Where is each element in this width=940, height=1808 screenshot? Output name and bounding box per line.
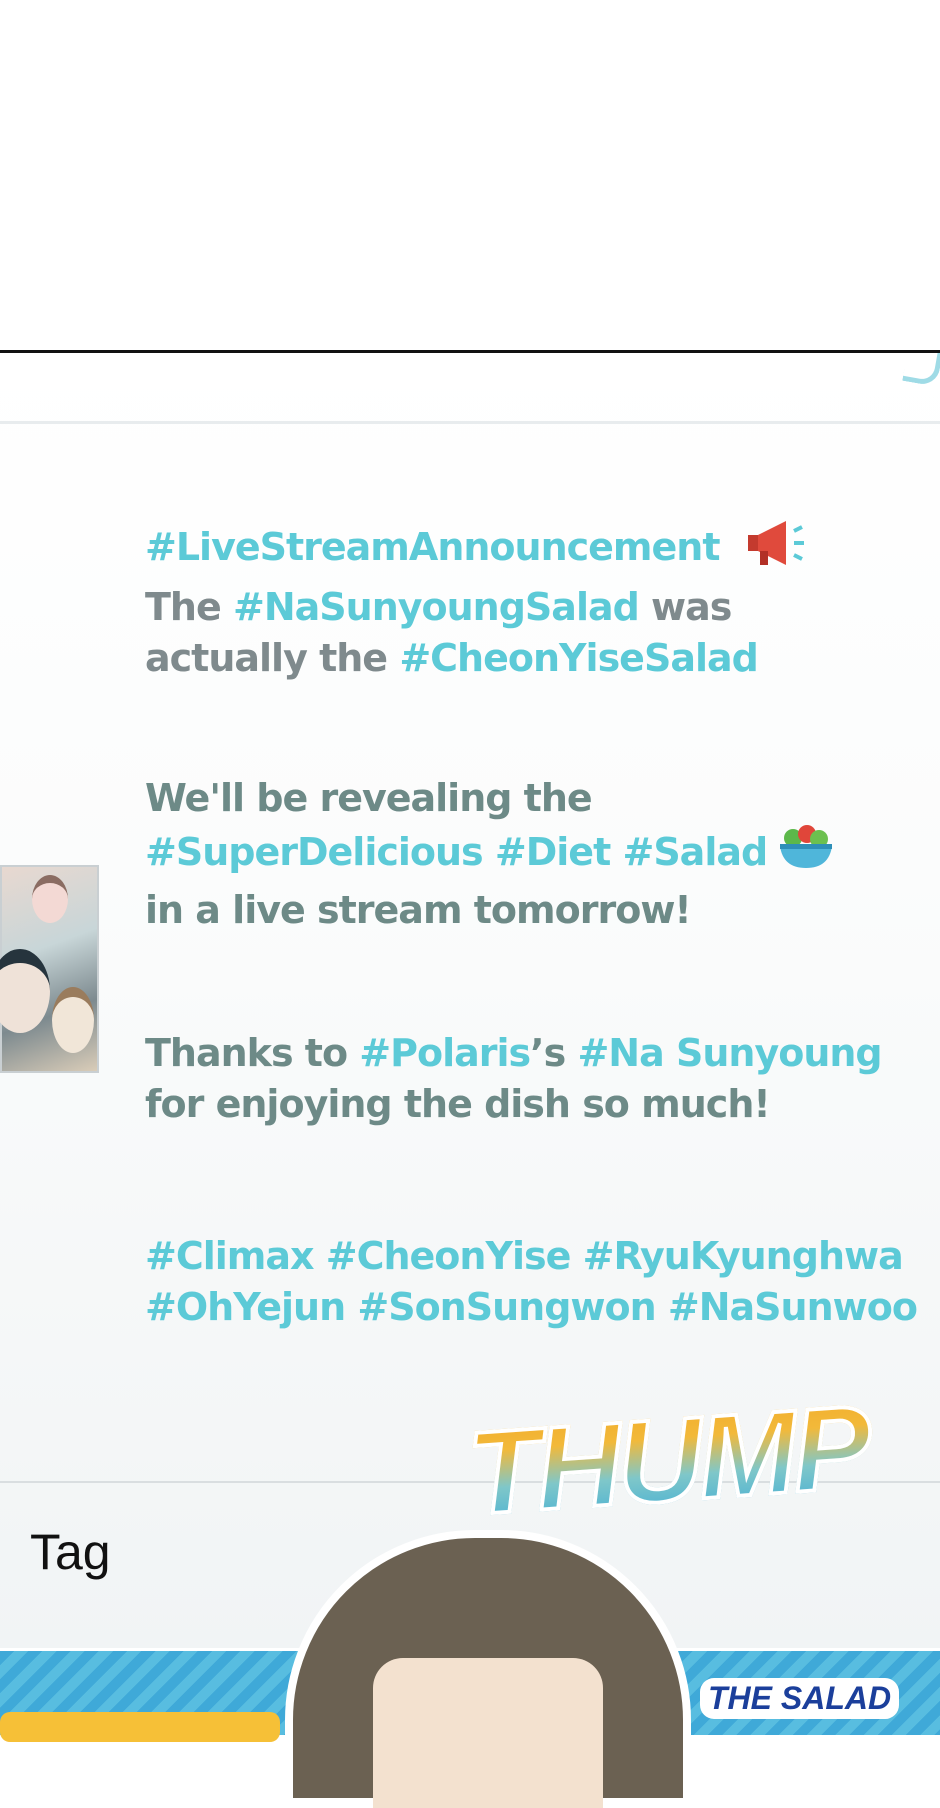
thumbnail-image[interactable] xyxy=(0,865,99,1073)
post-text: Thanks to xyxy=(145,1031,360,1075)
sfx-fragment xyxy=(0,1712,280,1742)
hashtag[interactable]: #Na Sunyoung xyxy=(577,1031,882,1075)
hashtag-line[interactable]: #Climax #CheonYise #RyuKyunghwa xyxy=(145,1231,905,1282)
hashtag[interactable]: #Polaris xyxy=(359,1031,531,1075)
post-line: The #NaSunyoungSalad was xyxy=(145,582,905,633)
post-line: in a live stream tomorrow! xyxy=(145,888,692,932)
post-text: actually the xyxy=(145,636,400,680)
reveal-paragraph: We'll be revealing the #SuperDelicious #… xyxy=(145,773,905,936)
thumbnail-figure xyxy=(52,987,94,1053)
hashtag[interactable]: #CheonYiseSalad xyxy=(399,636,759,680)
hashtag-paragraph: #Climax #CheonYise #RyuKyunghwa #OhYejun… xyxy=(145,1231,918,1333)
post-line: We'll be revealing the xyxy=(145,776,593,820)
corner-decoration xyxy=(902,353,940,387)
character-face xyxy=(373,1658,603,1808)
hashtag-line[interactable]: #OhYejun #SonSungwon #NaSunwoo xyxy=(145,1282,918,1333)
post-text: The xyxy=(145,585,233,629)
thumbnail-figure xyxy=(32,875,68,923)
post-line: #SuperDelicious #Diet #Salad xyxy=(145,824,905,885)
tag-label[interactable]: Tag xyxy=(30,1523,111,1581)
post-line: actually the #CheonYiseSalad xyxy=(145,633,905,684)
post-text: ’s xyxy=(530,1031,578,1075)
hashtag[interactable]: #LiveStreamAnnouncement xyxy=(145,525,721,569)
post-line: for enjoying the dish so much! xyxy=(145,1082,771,1126)
thump-sound-effect: THUMP xyxy=(462,1371,892,1550)
hashtag[interactable]: #NaSunyoungSalad xyxy=(233,585,640,629)
post-text: was xyxy=(638,585,732,629)
megaphone-icon xyxy=(742,517,812,582)
panel-header-divider xyxy=(0,421,940,424)
post-line: Thanks to #Polaris’s #Na Sunyoung xyxy=(145,1028,905,1079)
blank-top-area xyxy=(0,0,940,350)
post-line: #LiveStreamAnnouncement xyxy=(145,517,905,582)
announcement-paragraph: #LiveStreamAnnouncement The #NaSunyoungS… xyxy=(145,517,905,684)
thanks-paragraph: Thanks to #Polaris’s #Na Sunyoung for en… xyxy=(145,1028,905,1130)
hashtag-group[interactable]: #SuperDelicious #Diet #Salad xyxy=(145,830,768,874)
salad-bowl-icon xyxy=(777,824,835,885)
thumbnail-figure xyxy=(0,949,50,1033)
speech-bubble: THE SALAD xyxy=(700,1678,900,1719)
